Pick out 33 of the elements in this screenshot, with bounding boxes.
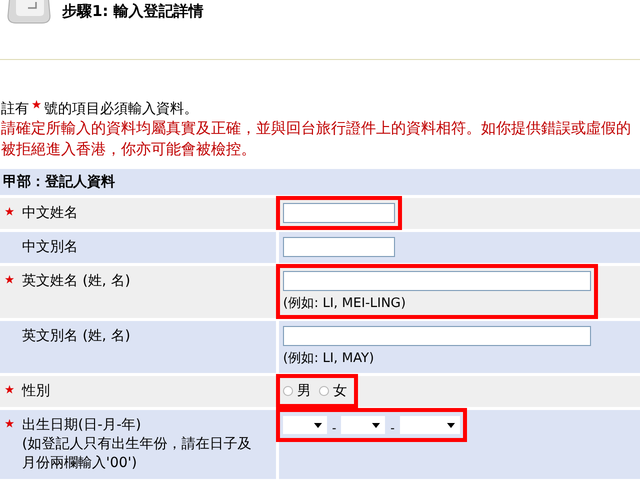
required-star-icon xyxy=(32,100,41,109)
warning-text: 請確定所輸入的資料均屬真實及正確，並與回台旅行證件上的資料相符。如你提供錯誤或虛假的 xyxy=(0,119,632,139)
radio-button[interactable] xyxy=(319,386,329,396)
field-label: 中文別名 xyxy=(22,238,79,257)
field-note: (如登記人只有出生年份，請在日子及月份兩欄輸入'00') xyxy=(22,435,252,473)
example-hint: (例如: LI, MAY) xyxy=(283,350,376,367)
caret-icon xyxy=(314,422,322,428)
input-field[interactable] xyxy=(283,203,395,223)
section-header: 甲部：登記人資料 xyxy=(0,169,640,195)
radio-button[interactable] xyxy=(283,386,293,396)
field-label: 性別 xyxy=(22,382,51,401)
day-dropdown[interactable] xyxy=(283,416,327,434)
keyboard-key-icon xyxy=(6,0,52,24)
field-label: 英文別名 (姓, 名) xyxy=(22,327,132,346)
input-field[interactable] xyxy=(283,237,395,257)
month-dropdown[interactable] xyxy=(341,416,386,434)
date-separator: - xyxy=(389,421,396,435)
caret-icon xyxy=(372,422,380,428)
input-field[interactable] xyxy=(283,326,591,346)
warning-text: 被拒絕進入香港，你亦可能會被檢控。 xyxy=(0,140,257,160)
field-label: 英文姓名 (姓, 名) xyxy=(22,272,132,291)
field-label: 中文姓名 xyxy=(22,204,79,223)
input-field[interactable] xyxy=(283,271,591,291)
page-title: 步驟1: 輸入登記詳情 xyxy=(62,2,204,21)
note-text: 註有 xyxy=(1,100,29,118)
radio-label[interactable]: 女 xyxy=(333,382,347,400)
date-separator: - xyxy=(331,421,338,435)
year-dropdown[interactable] xyxy=(400,416,460,434)
caret-icon xyxy=(446,422,455,428)
field-label: 出生日期(日-月-年) xyxy=(22,416,142,435)
note-text: 號的項目必須輸入資料。 xyxy=(44,100,198,118)
example-hint: (例如: LI, MEI-LING) xyxy=(283,295,407,312)
radio-label[interactable]: 男 xyxy=(297,382,311,400)
